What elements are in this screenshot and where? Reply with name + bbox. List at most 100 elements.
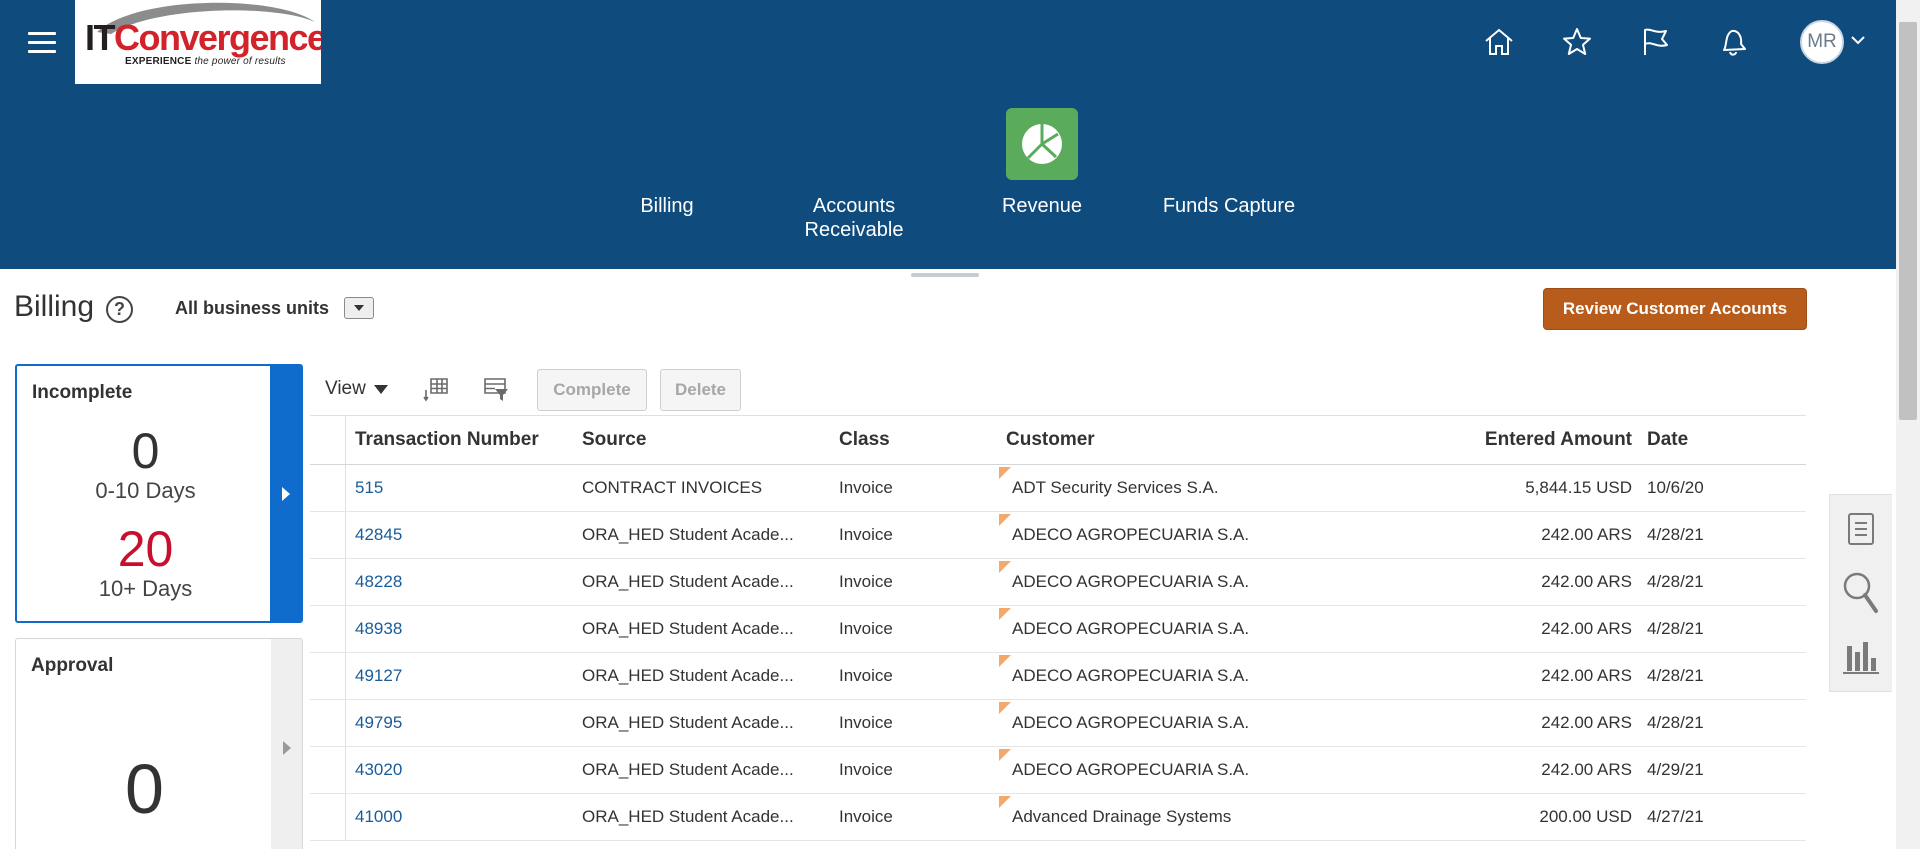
- help-icon[interactable]: ?: [106, 296, 133, 323]
- document-list-icon[interactable]: [1830, 497, 1892, 561]
- class-cell: Invoice: [839, 807, 893, 826]
- column-header-class[interactable]: Class: [839, 429, 890, 451]
- scrollbar-thumb[interactable]: [1899, 22, 1917, 420]
- incomplete-recent-count: 0: [131, 423, 160, 479]
- row-header-cell[interactable]: [310, 653, 346, 699]
- table-row[interactable]: 42845 ORA_HED Student Acade... Invoice ADEC…: [310, 512, 1806, 559]
- incomplete-old-count[interactable]: 20: [17, 522, 274, 576]
- home-icon[interactable]: [1477, 18, 1521, 66]
- column-header-customer[interactable]: Customer: [1006, 429, 1095, 451]
- chevron-down-icon[interactable]: [1850, 34, 1866, 46]
- company-logo[interactable]: ITConvergence EXPERIENCE the power of re…: [75, 0, 321, 84]
- column-header-entered-amount[interactable]: Entered Amount: [1430, 429, 1632, 451]
- approval-count: 0: [125, 750, 164, 828]
- row-header-cell[interactable]: [310, 747, 346, 793]
- customer-cell: ADECO AGROPECUARIA S.A.: [1012, 572, 1250, 591]
- date-cell: 4/29/21: [1647, 760, 1704, 779]
- row-header-cell[interactable]: [310, 559, 346, 605]
- caret-down-icon: [354, 305, 364, 311]
- class-cell: Invoice: [839, 572, 893, 591]
- row-header-gutter: [310, 416, 346, 464]
- tab-revenue-label: Revenue: [1001, 195, 1083, 217]
- user-avatar[interactable]: MR: [1800, 20, 1844, 64]
- transaction-number-link[interactable]: 49795: [355, 713, 402, 733]
- transaction-number-link[interactable]: 48228: [355, 572, 402, 592]
- class-cell: Invoice: [839, 478, 893, 497]
- row-header-cell[interactable]: [310, 512, 346, 558]
- customer-cell: ADECO AGROPECUARIA S.A.: [1012, 619, 1250, 638]
- column-header-transaction-number[interactable]: Transaction Number: [355, 429, 539, 451]
- table-row[interactable]: 48228 ORA_HED Student Acade... Invoice ADEC…: [310, 559, 1806, 606]
- date-cell: 10/6/20: [1647, 478, 1704, 497]
- date-cell: 4/27/21: [1647, 807, 1704, 826]
- tab-accounts-receivable-label: Accounts Receivable: [804, 195, 904, 241]
- revenue-pie-icon: [1006, 108, 1078, 180]
- business-unit-dropdown[interactable]: [344, 297, 374, 319]
- freeze-columns-icon[interactable]: [421, 374, 451, 404]
- incomplete-expand-button[interactable]: [270, 366, 301, 621]
- row-header-cell[interactable]: [310, 606, 346, 652]
- entered-amount-cell: 242.00 ARS: [1541, 619, 1632, 638]
- source-cell: ORA_HED Student Acade...: [582, 525, 794, 544]
- incomplete-old-label: 10+ Days: [98, 576, 193, 601]
- business-unit-label: All business units: [175, 298, 330, 318]
- navigator-menu-icon[interactable]: [28, 32, 56, 54]
- approval-panel-title: Approval: [31, 655, 114, 676]
- flag-marker-icon: [999, 608, 1011, 620]
- tab-revenue[interactable]: Revenue: [957, 100, 1127, 217]
- incomplete-recent-label: 0-10 Days: [95, 478, 196, 503]
- table-row[interactable]: 515 CONTRACT INVOICES Invoice ADT Security …: [310, 465, 1806, 512]
- date-cell: 4/28/21: [1647, 572, 1704, 591]
- transaction-number-link[interactable]: 42845: [355, 525, 402, 545]
- notifications-bell-icon[interactable]: [1711, 18, 1755, 66]
- table-row[interactable]: 48938 ORA_HED Student Acade... Invoice ADEC…: [310, 606, 1806, 653]
- source-cell: ORA_HED Student Acade...: [582, 760, 794, 779]
- collapse-header-handle[interactable]: [911, 273, 979, 277]
- table-row[interactable]: 49795 ORA_HED Student Acade... Invoice ADEC…: [310, 700, 1806, 747]
- global-header: ITConvergence EXPERIENCE the power of re…: [0, 0, 1896, 269]
- review-customer-accounts-button[interactable]: Review Customer Accounts: [1543, 288, 1807, 330]
- date-cell: 4/28/21: [1647, 713, 1704, 732]
- filter-table-icon[interactable]: [481, 374, 511, 404]
- transaction-number-link[interactable]: 41000: [355, 807, 402, 827]
- source-cell: CONTRACT INVOICES: [582, 478, 763, 497]
- view-menu[interactable]: View: [325, 378, 388, 400]
- transaction-number-link[interactable]: 48938: [355, 619, 402, 639]
- delete-button[interactable]: Delete: [660, 369, 741, 411]
- entered-amount-cell: 242.00 ARS: [1541, 572, 1632, 591]
- view-menu-label: View: [325, 378, 366, 399]
- complete-button[interactable]: Complete: [537, 369, 647, 411]
- table-row[interactable]: 41000 ORA_HED Student Acade... Invoice Adva…: [310, 794, 1806, 841]
- approval-expand-button[interactable]: [271, 639, 302, 849]
- transaction-number-link[interactable]: 515: [355, 478, 383, 498]
- column-header-source[interactable]: Source: [582, 429, 646, 451]
- table-row[interactable]: 43020 ORA_HED Student Acade... Invoice ADEC…: [310, 747, 1806, 794]
- entered-amount-cell: 5,844.15 USD: [1525, 478, 1632, 497]
- table-row[interactable]: 49127 ORA_HED Student Acade... Invoice ADEC…: [310, 653, 1806, 700]
- page-scrollbar[interactable]: [1896, 0, 1920, 849]
- entered-amount-cell: 200.00 USD: [1539, 807, 1632, 826]
- class-cell: Invoice: [839, 666, 893, 685]
- favorites-star-icon[interactable]: [1555, 18, 1599, 66]
- tab-funds-capture-label: Funds Capture: [1162, 195, 1296, 217]
- transaction-number-link[interactable]: 49127: [355, 666, 402, 686]
- incomplete-panel-title: Incomplete: [32, 382, 133, 403]
- bar-chart-icon[interactable]: [1830, 625, 1892, 689]
- flag-marker-icon: [999, 796, 1011, 808]
- customer-cell: ADECO AGROPECUARIA S.A.: [1012, 666, 1250, 685]
- transaction-number-link[interactable]: 43020: [355, 760, 402, 780]
- incomplete-panel[interactable]: Incomplete 0 0-10 Days 20 10+ Days: [15, 364, 303, 623]
- search-magnifier-icon[interactable]: [1830, 561, 1892, 625]
- flag-marker-icon: [999, 514, 1011, 526]
- watchlist-flag-icon[interactable]: [1633, 18, 1677, 66]
- row-header-cell[interactable]: [310, 700, 346, 746]
- row-header-cell[interactable]: [310, 794, 346, 840]
- column-header-date[interactable]: Date: [1647, 429, 1688, 451]
- approval-panel[interactable]: Approval 0: [15, 638, 303, 849]
- row-header-cell[interactable]: [310, 465, 346, 511]
- entered-amount-cell: 242.00 ARS: [1541, 666, 1632, 685]
- logo-tagline: EXPERIENCE the power of results: [125, 56, 286, 67]
- chevron-right-icon: [282, 741, 291, 755]
- class-cell: Invoice: [839, 619, 893, 638]
- date-cell: 4/28/21: [1647, 525, 1704, 544]
